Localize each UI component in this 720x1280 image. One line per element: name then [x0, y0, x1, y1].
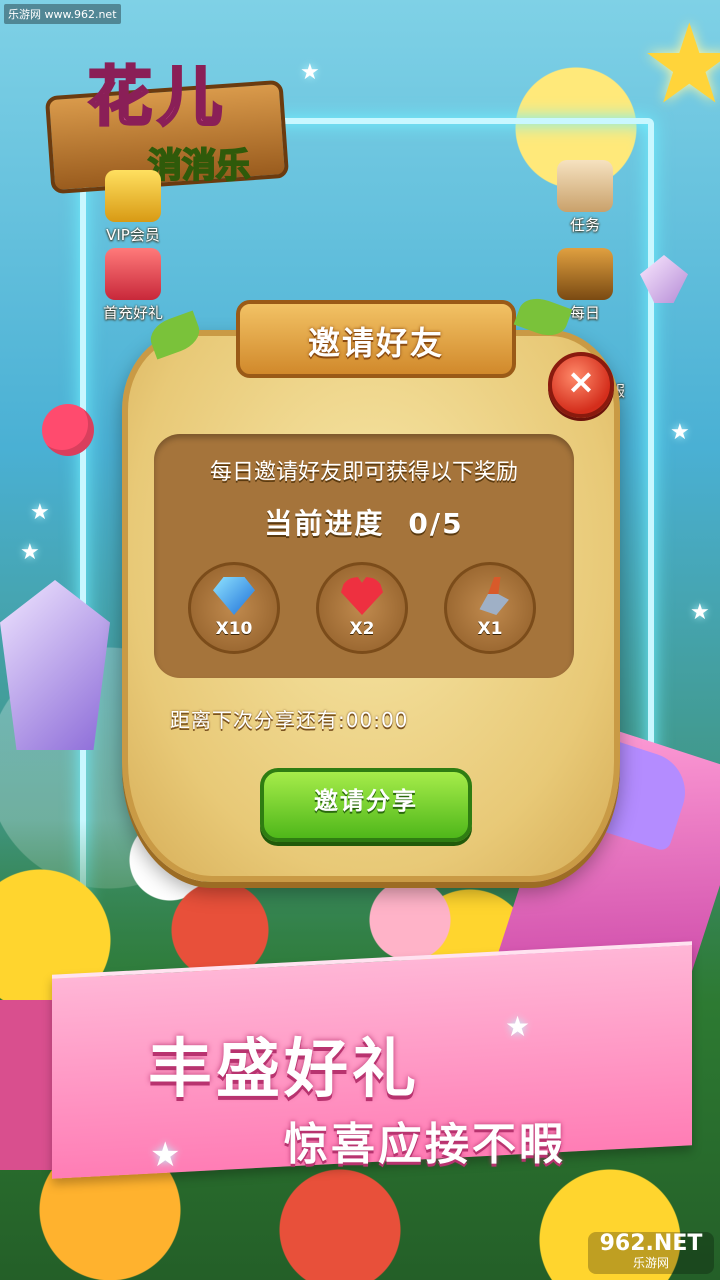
task-button[interactable]: 任务	[540, 160, 630, 235]
watermark-top: 乐游网 www.962.net	[4, 4, 121, 24]
star-icon: ★	[690, 600, 710, 625]
reward-panel: 每日邀请好友即可获得以下奖励 当前进度 0/5 X10 X2 X1	[154, 434, 574, 678]
vip-icon	[105, 170, 161, 222]
game-logo: 花儿 消消乐	[38, 28, 290, 195]
treasure-chest-icon	[557, 248, 613, 300]
star-icon: ★	[670, 420, 690, 445]
invite-share-button[interactable]: 邀请分享	[260, 768, 472, 842]
watermark-bottom: 962.NET 乐游网	[588, 1232, 714, 1274]
logo-title: 花儿	[87, 60, 228, 137]
shovel-icon	[479, 577, 509, 615]
vip-button[interactable]: VIP会员	[88, 170, 178, 245]
star-icon: ★	[30, 500, 50, 525]
star-icon: ★	[300, 60, 320, 85]
dialog-title-board: 邀请好友	[236, 300, 516, 378]
reward-count: X1	[477, 619, 503, 639]
reward-description: 每日邀请好友即可获得以下奖励	[209, 460, 518, 485]
promo-title: 丰盛好礼	[148, 1033, 420, 1107]
progress-line: 当前进度 0/5	[154, 502, 574, 542]
diamond-icon	[213, 577, 255, 615]
reward-item-heart: X2	[316, 562, 408, 654]
big-star-icon: ★	[640, 0, 720, 128]
watermark-brand: 962.NET	[599, 1231, 703, 1256]
timer-label: 距离下次分享还有:	[170, 708, 346, 732]
watermark-name: 乐游网	[632, 1256, 669, 1270]
progress-label: 当前进度	[264, 507, 385, 540]
reward-count: X10	[215, 619, 253, 639]
scroll-icon	[557, 160, 613, 212]
star-icon: ★	[150, 1135, 181, 1175]
timer-value: 00:00	[345, 708, 409, 732]
share-countdown: 距离下次分享还有:00:00	[170, 704, 570, 733]
close-button[interactable]: ×	[548, 352, 614, 418]
star-icon: ★	[505, 1010, 531, 1043]
first-recharge-button[interactable]: 首充好礼	[88, 248, 178, 323]
dialog-title: 邀请好友	[307, 324, 444, 362]
gift-box-icon	[105, 248, 161, 300]
promo-subtitle: 惊喜应接不暇	[284, 1119, 566, 1170]
vip-label: VIP会员	[106, 226, 160, 244]
progress-value: 0/5	[408, 507, 464, 540]
task-label: 任务	[569, 216, 600, 234]
star-icon: ★	[20, 540, 40, 565]
reward-item-diamond: X10	[188, 562, 280, 654]
banner-fold	[0, 1000, 60, 1170]
heart-icon	[42, 404, 94, 456]
heart-icon	[341, 577, 383, 615]
reward-count: X2	[349, 619, 375, 639]
reward-item-shovel: X1	[444, 562, 536, 654]
